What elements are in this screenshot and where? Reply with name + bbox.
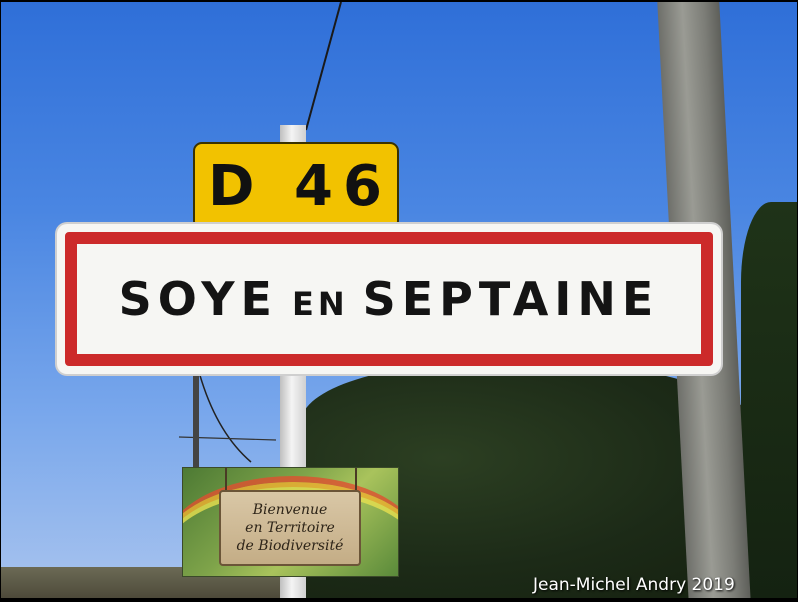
welcome-line-1: Bienvenue <box>252 502 328 518</box>
biodiversity-panel: Bienvenue en Territoire de Biodiversité <box>182 467 399 577</box>
tree-right <box>741 202 797 598</box>
town-name-word-3: SEPTAINE <box>362 272 660 326</box>
hanging-rope-left <box>225 468 227 492</box>
town-name: SOYE EN SEPTAINE <box>119 272 660 326</box>
town-name-word-1: SOYE <box>118 272 278 326</box>
photo-credit: Jean-Michel Andry 2019 <box>533 575 735 595</box>
route-number-sign: D 46 <box>193 142 399 230</box>
town-entry-sign: SOYE EN SEPTAINE <box>57 224 721 374</box>
route-number: D 46 <box>208 153 392 219</box>
town-sign-red-border: SOYE EN SEPTAINE <box>65 232 713 366</box>
town-name-word-2: EN <box>291 285 349 323</box>
hanging-rope-right <box>355 468 357 492</box>
welcome-line-3: de Biodiversité <box>236 538 344 554</box>
photo-scene: D 46 SOYE EN SEPTAINE Bienvenue en Territo… <box>1 2 797 598</box>
wooden-welcome-board: Bienvenue en Territoire de Biodiversité <box>219 490 361 566</box>
welcome-line-2: en Territoire <box>245 520 335 536</box>
